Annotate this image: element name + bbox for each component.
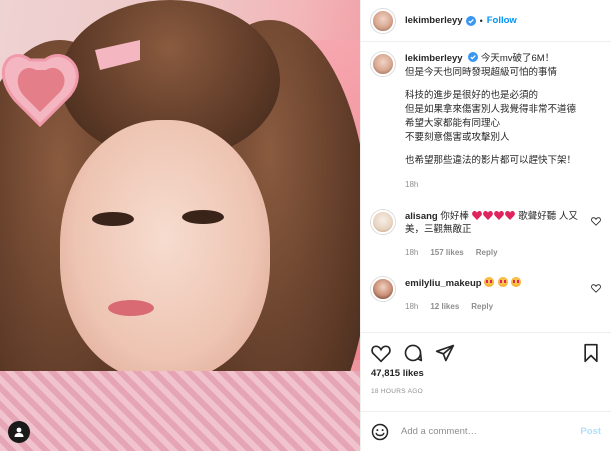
verified-badge-icon xyxy=(465,15,476,26)
photo-eye-left xyxy=(92,212,134,226)
comment-icon[interactable] xyxy=(403,343,423,363)
follow-button[interactable]: Follow xyxy=(487,15,517,26)
caption-line: 希望大家都能有同理心 xyxy=(405,118,501,129)
comment-like-heart-icon[interactable] xyxy=(591,283,601,293)
caption-body: lekimberleyy 今天mv破了6M！ 但是今天也同時發現超級可怕的事情 … xyxy=(405,52,601,192)
photo-jacket xyxy=(0,371,360,451)
comments-list[interactable]: lekimberleyy 今天mv破了6M！ 但是今天也同時發現超級可怕的事情 … xyxy=(361,42,611,332)
author-username[interactable]: lekimberleyy xyxy=(405,15,463,26)
caption-line: 但是今天也同時發現超級可怕的事情 xyxy=(405,67,558,78)
user-tag-icon xyxy=(14,427,24,437)
bookmark-icon[interactable] xyxy=(581,343,601,363)
header-separator: • xyxy=(479,15,483,26)
comment-item: emilyliu_makeup 18h 12 likes Reply xyxy=(371,277,601,313)
caption-line: 今天mv破了6M！ xyxy=(480,53,555,64)
heart-sunglasses xyxy=(1,40,140,128)
comment-body: emilyliu_makeup 18h 12 likes Reply xyxy=(405,277,601,313)
post-photo[interactable] xyxy=(0,0,360,451)
emoji-icon[interactable] xyxy=(371,423,389,441)
photo-face xyxy=(60,120,270,380)
red-heart-emoji-icon xyxy=(471,211,482,220)
caption-username[interactable]: lekimberleyy xyxy=(405,53,463,64)
post-timestamp[interactable]: 18 HOURS AGO xyxy=(371,388,423,395)
tagged-users-button[interactable] xyxy=(8,421,30,443)
comment-like-heart-icon[interactable] xyxy=(591,216,601,226)
heart-eyes-emoji-icon xyxy=(484,277,495,287)
comment-input[interactable] xyxy=(401,426,581,437)
comment-likes[interactable]: 157 likes xyxy=(430,246,463,259)
red-heart-emoji-icon xyxy=(493,211,504,220)
post-actions xyxy=(361,332,611,372)
reply-button[interactable]: Reply xyxy=(471,300,493,313)
caption-line: 科技的進步是很好的也是必須的 xyxy=(405,90,539,101)
post-side-panel: lekimberleyy • Follow lekimberleyy 今天mv破… xyxy=(360,0,611,451)
comment-item: alisang 你好棒 歌聲好聽 人又美，三觀無敵正 18h 157 likes… xyxy=(371,210,601,259)
comment-meta: 18h 157 likes Reply xyxy=(405,246,583,259)
add-comment-bar: Post xyxy=(361,411,611,451)
comment-text: 你好棒 xyxy=(440,211,469,222)
commenter-avatar[interactable] xyxy=(371,277,395,301)
heart-eyes-emoji-icon xyxy=(511,277,522,287)
comment-likes[interactable]: 12 likes xyxy=(430,300,459,313)
photo-eye-right xyxy=(182,210,224,224)
caption: lekimberleyy 今天mv破了6M！ 但是今天也同時發現超級可怕的事情 … xyxy=(371,52,601,192)
caption-author-avatar[interactable] xyxy=(371,52,395,76)
comment-time: 18h xyxy=(405,302,419,311)
share-icon[interactable] xyxy=(435,343,455,363)
post-header: lekimberleyy • Follow xyxy=(361,0,611,42)
caption-line: 也希望那些違法的影片都可以趕快下架！ xyxy=(405,155,577,166)
caption-time: 18h xyxy=(405,180,419,189)
heart-eyes-emoji-icon xyxy=(497,277,508,287)
commenter-username[interactable]: alisang xyxy=(405,211,438,222)
photo-lips xyxy=(108,300,154,316)
comment-body: alisang 你好棒 歌聲好聽 人又美，三觀無敵正 18h 157 likes… xyxy=(405,210,601,259)
caption-line: 但是如果拿來傷害別人我覺得非常不道德 xyxy=(405,104,577,115)
commenter-username[interactable]: emilyliu_makeup xyxy=(405,278,482,289)
comment-time: 18h xyxy=(405,248,419,257)
post-comment-button[interactable]: Post xyxy=(580,426,601,437)
instagram-post-modal: lekimberleyy • Follow lekimberleyy 今天mv破… xyxy=(0,0,611,451)
comment-meta: 18h 12 likes Reply xyxy=(405,300,583,313)
red-heart-emoji-icon xyxy=(482,211,493,220)
reply-button[interactable]: Reply xyxy=(476,246,498,259)
red-heart-emoji-icon xyxy=(504,211,515,220)
caption-line: 不要刻意傷害或攻擊別人 xyxy=(405,132,510,143)
like-count[interactable]: 47,815 likes xyxy=(371,368,424,379)
verified-badge-icon xyxy=(468,52,479,62)
author-avatar[interactable] xyxy=(371,8,395,33)
heart-icon[interactable] xyxy=(371,343,391,363)
commenter-avatar[interactable] xyxy=(371,210,395,234)
